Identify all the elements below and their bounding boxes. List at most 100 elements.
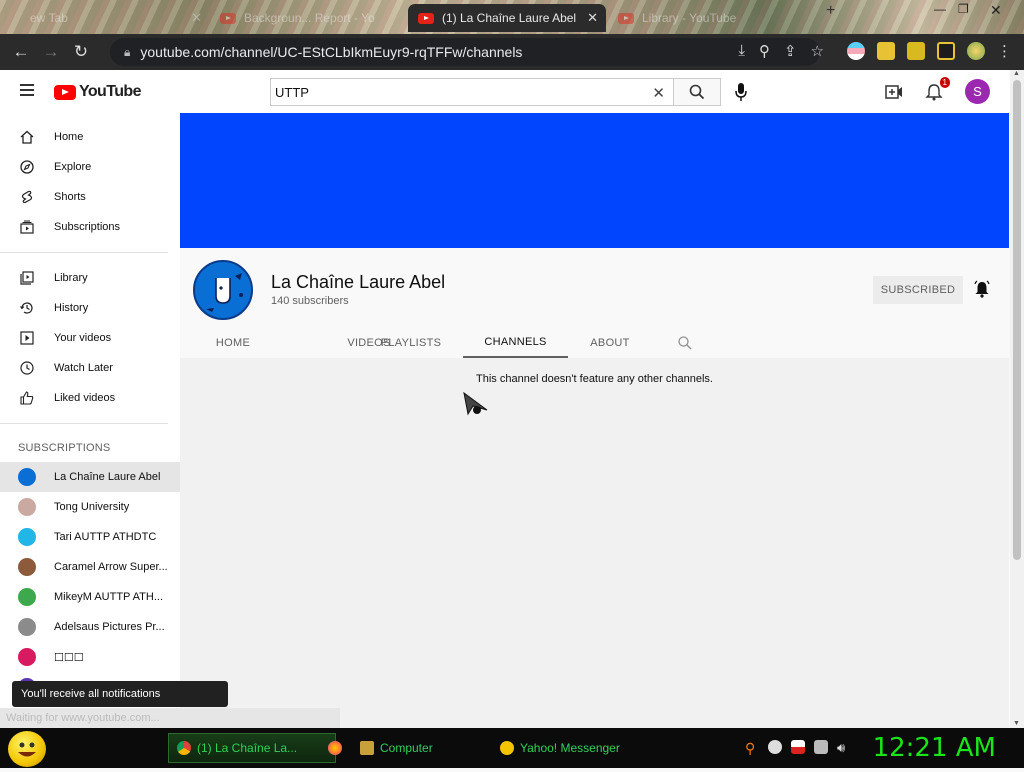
scrollbar-thumb[interactable] <box>1013 80 1021 560</box>
browser-tab-report[interactable]: Backgroun... Report - Yo <box>210 4 406 32</box>
forward-arrow-icon[interactable]: → <box>36 42 66 62</box>
close-window-icon[interactable]: ✕ <box>990 2 1002 19</box>
page-scrollbar[interactable]: ▲ ▼ <box>1010 70 1024 728</box>
channel-search-button[interactable] <box>674 327 696 358</box>
flag-extension-icon[interactable] <box>847 42 865 60</box>
channel-avatar-icon <box>18 528 36 546</box>
browser-tab-new[interactable]: ew Tab ✕ <box>20 4 210 32</box>
compass-icon <box>18 158 36 176</box>
back-arrow-icon[interactable]: ← <box>6 42 36 62</box>
sidebar-item-explore[interactable]: Explore <box>0 152 180 182</box>
browser-tabstrip: ew Tab ✕ Backgroun... Report - Yo (1) La… <box>0 0 1024 34</box>
sidebar-item-home[interactable]: Home <box>0 122 180 152</box>
youtube-play-icon <box>54 84 76 100</box>
tab-label: Backgroun... Report - Yo <box>244 11 375 25</box>
profile-avatar-icon[interactable] <box>967 42 985 60</box>
taskbar-item-chrome[interactable]: (1) La Chaîne La... <box>168 733 336 763</box>
mouse-cursor-icon <box>463 392 488 416</box>
hamburger-menu-icon[interactable] <box>20 84 34 99</box>
menu-dots-icon[interactable]: ⋮ <box>997 42 1012 60</box>
new-tab-icon[interactable]: + <box>826 2 835 20</box>
browser-tab-active[interactable]: (1) La Chaîne Laure Abel ✕ <box>408 4 606 32</box>
os-taskbar: (1) La Chaîne La... Computer Yahoo! Mess… <box>0 728 1024 768</box>
tab-label: PLAYLISTS <box>380 336 442 349</box>
display-icon[interactable] <box>814 740 828 754</box>
taskbar-item-computer[interactable]: Computer <box>352 733 486 763</box>
search-button[interactable] <box>673 78 721 106</box>
subscription-label: Tari AUTTP ATHDTC <box>54 531 157 543</box>
volume-icon[interactable]: 🔊︎ <box>837 740 851 755</box>
flag-icon[interactable] <box>791 740 805 754</box>
sidebar-subscription-item[interactable]: La Chaîne Laure Abel <box>0 462 180 492</box>
subscribed-button[interactable]: SUBSCRIBED <box>873 276 963 304</box>
sidebar-subscription-item[interactable]: Tong University <box>0 492 180 522</box>
sidebar-subscription-item[interactable]: Caramel Arrow Super... <box>0 552 180 582</box>
sidebar-item-shorts[interactable]: Shorts <box>0 182 180 212</box>
tab-label: HOME <box>215 336 251 349</box>
create-video-icon[interactable] <box>885 84 903 99</box>
puzzle-extensions-icon[interactable] <box>877 42 895 60</box>
sidebar-item-watch-later[interactable]: Watch Later <box>0 353 180 383</box>
url-text: youtube.com/channel/UC-EStCLbIkmEuyr9-rq… <box>140 44 523 60</box>
scroll-up-icon[interactable]: ▲ <box>1013 70 1020 77</box>
tab-home[interactable]: HOME <box>180 327 286 358</box>
notification-toast: You'll receive all notifications <box>12 681 228 707</box>
channel-avatar-icon <box>18 498 36 516</box>
share-icon[interactable]: ⇪ <box>784 42 797 60</box>
zoom-icon[interactable]: ⚲ <box>759 42 770 60</box>
sidebar-subscription-item[interactable]: ☐☐☐ <box>0 642 180 672</box>
tab-label: ABOUT <box>590 336 630 349</box>
subscription-label: Tong University <box>54 501 130 513</box>
channel-avatar[interactable] <box>193 260 253 320</box>
empty-channels-message: This channel doesn't feature any other c… <box>476 373 713 385</box>
bell-notification-all-icon[interactable] <box>974 280 990 298</box>
clear-search-icon[interactable]: ✕ <box>652 84 665 102</box>
tab-channels[interactable]: CHANNELS <box>463 327 568 358</box>
taskbar-item-yahoo-messenger[interactable]: Yahoo! Messenger <box>492 733 630 763</box>
account-avatar[interactable]: S <box>965 79 990 104</box>
youtube-favicon-icon <box>220 12 236 24</box>
address-bar[interactable]: 🔒︎ youtube.com/channel/UC-EStCLbIkmEuyr9… <box>110 38 820 66</box>
network-icon[interactable] <box>768 740 782 754</box>
close-tab-icon[interactable]: ✕ <box>191 10 202 26</box>
minimize-icon[interactable]: — <box>934 2 946 16</box>
close-tab-icon[interactable]: ✕ <box>587 10 598 26</box>
logo-text: YouTube <box>79 83 141 100</box>
tab-label: CHANNELS <box>484 335 547 348</box>
tab-label: Library - YouTube <box>642 11 737 25</box>
sidebar-item-liked-videos[interactable]: Liked videos <box>0 383 180 413</box>
restore-icon[interactable]: ❐ <box>958 2 969 16</box>
browser-tab-library[interactable]: Library - YouTube <box>608 4 808 32</box>
tab-about[interactable]: ABOUT <box>575 327 645 358</box>
side-panel-icon[interactable] <box>937 42 955 60</box>
sidebar-item-subscriptions[interactable]: Subscriptions <box>0 212 180 242</box>
sidebar-item-your-videos[interactable]: Your videos <box>0 323 180 353</box>
sidebar-subscription-item[interactable]: MikeyM AUTTP ATH... <box>0 582 180 612</box>
bookmark-star-icon[interactable]: ☆ <box>811 42 824 60</box>
sidebar-subscription-item[interactable]: Adelsaus Pictures Pr... <box>0 612 180 642</box>
media-control-icon[interactable] <box>907 42 925 60</box>
taskbar-clock[interactable]: 12:21 AM <box>873 733 996 763</box>
install-icon[interactable]: ⤓ <box>738 42 745 60</box>
sidebar-subscription-item[interactable]: Tari AUTTP ATHDTC <box>0 522 180 552</box>
tab-playlists[interactable]: PLAYLISTS <box>361 327 461 358</box>
notifications-button[interactable]: 1 <box>925 76 950 101</box>
channel-banner <box>180 113 1009 248</box>
subscription-label: Adelsaus Pictures Pr... <box>54 621 165 633</box>
start-button[interactable] <box>8 731 46 767</box>
sidebar-item-library[interactable]: Library <box>0 263 180 293</box>
search-tray-icon[interactable]: ⚲ <box>745 740 759 756</box>
scroll-down-icon[interactable]: ▼ <box>1013 720 1020 727</box>
microphone-icon[interactable] <box>735 83 747 101</box>
reload-icon[interactable]: ↻ <box>66 42 96 62</box>
sidebar-label: Library <box>54 272 88 284</box>
sidebar-item-history[interactable]: History <box>0 293 180 323</box>
taskbar-item-firefox[interactable] <box>312 733 348 763</box>
subscriptions-list: La Chaîne Laure Abel Tong University Tari … <box>0 462 180 702</box>
channel-avatar-icon <box>18 468 36 486</box>
search-input[interactable]: UTTP ✕ <box>270 78 674 106</box>
sidebar-label: Liked videos <box>54 392 116 404</box>
youtube-logo[interactable]: YouTube <box>54 83 141 101</box>
system-tray: ⚲ 🔊︎ <box>745 740 851 756</box>
subscription-label: MikeyM AUTTP ATH... <box>54 591 163 603</box>
